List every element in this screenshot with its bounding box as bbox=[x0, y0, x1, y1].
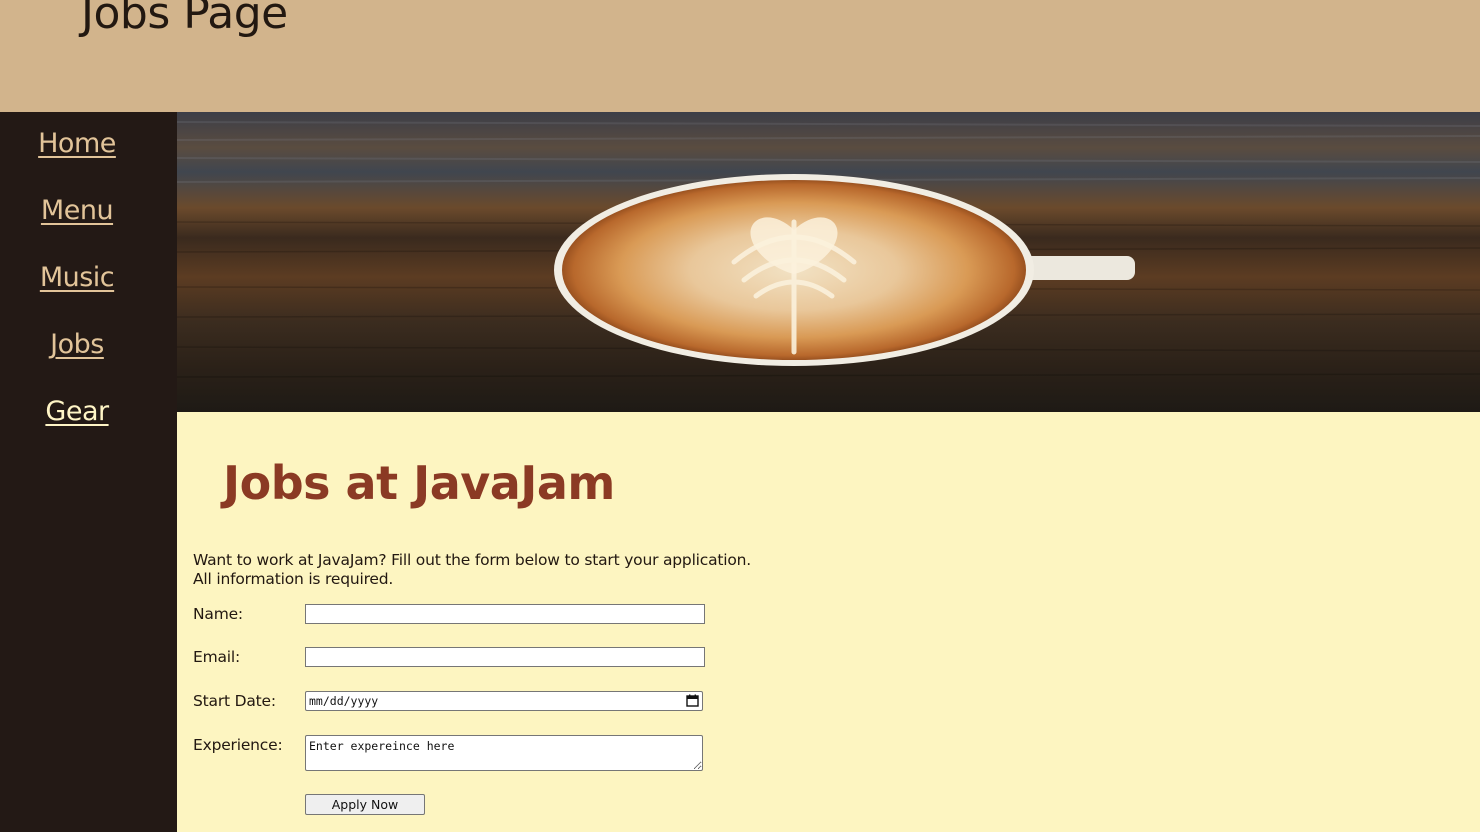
start-date-field[interactable]: mm/dd/yyyy bbox=[305, 691, 703, 711]
latte-art-coffee-cup-image bbox=[177, 112, 1480, 412]
page-header: Jobs Page bbox=[0, 0, 1480, 112]
email-label: Email: bbox=[193, 648, 241, 666]
nav-link-home[interactable]: Home bbox=[0, 128, 154, 159]
name-label: Name: bbox=[193, 605, 243, 623]
email-field[interactable] bbox=[305, 647, 705, 667]
nav-link-jobs[interactable]: Jobs bbox=[0, 329, 154, 360]
intro-text: Want to work at JavaJam? Fill out the fo… bbox=[193, 551, 751, 589]
sidebar-nav: Home Menu Music Jobs Gear bbox=[0, 112, 177, 832]
hero-image bbox=[177, 112, 1480, 412]
name-field[interactable] bbox=[305, 604, 705, 624]
section-heading: Jobs at JavaJam bbox=[223, 456, 615, 510]
calendar-icon[interactable] bbox=[686, 694, 699, 707]
start-date-label: Start Date: bbox=[193, 692, 276, 710]
nav-link-music[interactable]: Music bbox=[0, 262, 154, 293]
start-date-placeholder: mm/dd/yyyy bbox=[309, 694, 379, 708]
page-title: Jobs Page bbox=[81, 0, 288, 39]
experience-textarea[interactable]: Enter expereince here bbox=[305, 735, 703, 771]
nav-link-menu[interactable]: Menu bbox=[0, 195, 154, 226]
intro-line-1: Want to work at JavaJam? Fill out the fo… bbox=[193, 551, 752, 569]
nav-link-gear[interactable]: Gear bbox=[0, 396, 154, 427]
apply-now-button[interactable]: Apply Now bbox=[305, 794, 425, 815]
main-content: Jobs at JavaJam Want to work at JavaJam?… bbox=[177, 412, 1480, 832]
intro-line-2: All information is required. bbox=[193, 570, 394, 588]
experience-label: Experience: bbox=[193, 736, 283, 754]
